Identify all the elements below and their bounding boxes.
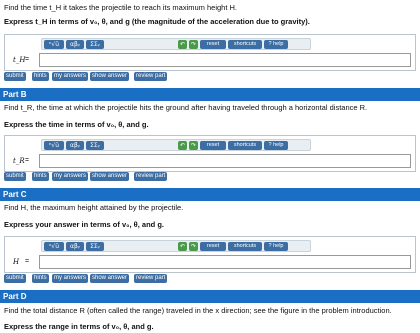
sqrt-template-button[interactable]: ⁿ√ū xyxy=(44,242,64,251)
shortcuts-button[interactable]: shortcuts xyxy=(228,242,262,251)
undo-icon[interactable]: ↶ xyxy=(178,40,187,49)
part-a-instruction: Express t_H in terms of v₀, θ, and g (th… xyxy=(4,17,310,26)
review-part-button[interactable]: review part xyxy=(134,72,168,81)
hints-button[interactable]: hints xyxy=(32,72,49,81)
shortcuts-button[interactable]: shortcuts xyxy=(228,141,262,150)
reset-button[interactable]: reset xyxy=(200,141,226,150)
math-toolbar: ⁿ√ū αβᵧ ΣΣᵧ ↶ ↷ reset shortcuts ? help xyxy=(41,139,311,151)
equals-sign: = xyxy=(25,56,30,63)
sum-symbols-button[interactable]: ΣΣᵧ xyxy=(86,40,104,49)
my-answers-button[interactable]: my answers xyxy=(52,274,89,283)
show-answer-button[interactable]: show answer xyxy=(90,172,130,181)
answer-input[interactable] xyxy=(39,154,411,168)
answer-input[interactable] xyxy=(39,53,411,67)
show-answer-button[interactable]: show answer xyxy=(90,274,130,283)
reset-button[interactable]: reset xyxy=(200,242,226,251)
sum-symbols-button[interactable]: ΣΣᵧ xyxy=(86,242,104,251)
undo-icon[interactable]: ↶ xyxy=(178,242,187,251)
answer-variable-label: t_H xyxy=(13,56,26,64)
part-a-question: Find the time t_H it takes the projectil… xyxy=(4,3,238,12)
redo-icon[interactable]: ↷ xyxy=(189,242,198,251)
my-answers-button[interactable]: my answers xyxy=(52,72,89,81)
help-button[interactable]: ? help xyxy=(264,242,288,251)
redo-icon[interactable]: ↷ xyxy=(189,141,198,150)
sum-symbols-button[interactable]: ΣΣᵧ xyxy=(86,141,104,150)
shortcuts-button[interactable]: shortcuts xyxy=(228,40,262,49)
redo-icon[interactable]: ↷ xyxy=(189,40,198,49)
math-toolbar: ⁿ√ū αβᵧ ΣΣᵧ ↶ ↷ reset shortcuts ? help xyxy=(41,38,311,50)
equals-sign: = xyxy=(25,258,30,265)
my-answers-button[interactable]: my answers xyxy=(52,172,89,181)
part-b-question: Find t_R, the time at which the projecti… xyxy=(4,103,368,112)
submit-button[interactable]: submit xyxy=(4,72,26,81)
greek-letters-button[interactable]: αβᵧ xyxy=(66,40,84,49)
greek-letters-button[interactable]: αβᵧ xyxy=(66,141,84,150)
part-c-answer-box: ⁿ√ū αβᵧ ΣΣᵧ ↶ ↷ reset shortcuts ? help H… xyxy=(4,236,416,273)
submit-button[interactable]: submit xyxy=(4,274,26,283)
hints-button[interactable]: hints xyxy=(32,274,49,283)
review-part-button[interactable]: review part xyxy=(134,274,168,283)
sqrt-template-button[interactable]: ⁿ√ū xyxy=(44,40,64,49)
part-a-answer-box: ⁿ√ū αβᵧ ΣΣᵧ ↶ ↷ reset shortcuts ? help t… xyxy=(4,34,416,71)
part-d-header: Part D xyxy=(0,290,420,303)
part-c-instruction: Express your answer in terms of v₀, θ, a… xyxy=(4,220,164,229)
math-toolbar: ⁿ√ū αβᵧ ΣΣᵧ ↶ ↷ reset shortcuts ? help xyxy=(41,240,311,252)
answer-input[interactable] xyxy=(39,255,411,269)
part-c-header: Part C xyxy=(0,188,420,201)
help-button[interactable]: ? help xyxy=(264,141,288,150)
part-c-question: Find H, the maximum height attained by t… xyxy=(4,203,184,212)
part-d-instruction: Express the range in terms of v₀, θ, and… xyxy=(4,322,154,331)
answer-variable-label: t_R xyxy=(13,157,25,165)
part-b-header: Part B xyxy=(0,88,420,101)
review-part-button[interactable]: review part xyxy=(134,172,168,181)
sqrt-template-button[interactable]: ⁿ√ū xyxy=(44,141,64,150)
submit-button[interactable]: submit xyxy=(4,172,26,181)
part-b-instruction: Express the time in terms of v₀, θ, and … xyxy=(4,120,149,129)
equals-sign: = xyxy=(25,157,30,164)
show-answer-button[interactable]: show answer xyxy=(90,72,130,81)
help-button[interactable]: ? help xyxy=(264,40,288,49)
answer-variable-label: H xyxy=(13,258,20,266)
part-d-question: Find the total distance R (often called … xyxy=(4,306,392,315)
greek-letters-button[interactable]: αβᵧ xyxy=(66,242,84,251)
reset-button[interactable]: reset xyxy=(200,40,226,49)
part-b-answer-box: ⁿ√ū αβᵧ ΣΣᵧ ↶ ↷ reset shortcuts ? help t… xyxy=(4,135,416,172)
undo-icon[interactable]: ↶ xyxy=(178,141,187,150)
hints-button[interactable]: hints xyxy=(32,172,49,181)
